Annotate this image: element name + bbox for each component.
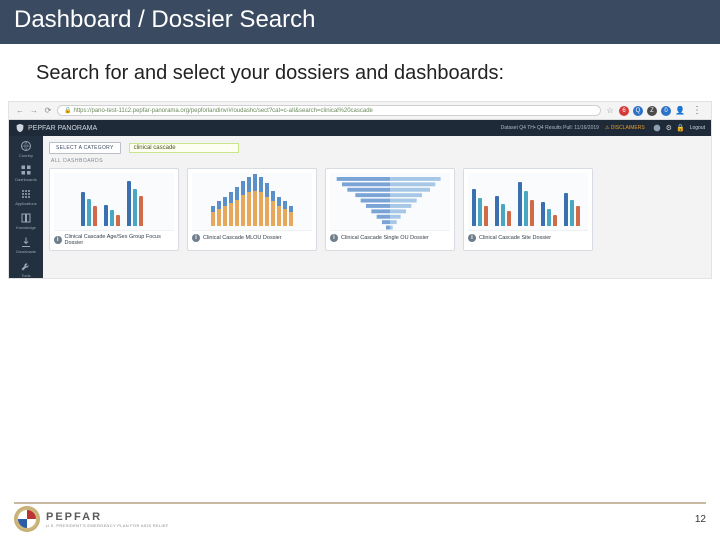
dashboard-card[interactable]: i Clinical Cascade Site Dossier [463, 168, 593, 251]
sidebar-item-dashboards[interactable]: Dashboards [15, 164, 37, 182]
main-panel: SELECT A CATEGORY clinical cascade ALL D… [43, 136, 711, 278]
info-icon[interactable]: i [192, 234, 200, 242]
card-title: Clinical Cascade Single OU Dossier [341, 235, 429, 241]
dashboard-card[interactable]: i Clinical Cascade MLOU Dossier [187, 168, 317, 251]
section-label: ALL DASHBOARDS [51, 158, 705, 164]
app-brand: PEPFAR PANORAMA [28, 125, 97, 132]
apps-icon [20, 188, 32, 200]
info-icon[interactable]: i [330, 234, 338, 242]
card-chart [468, 173, 588, 231]
profile-icon[interactable]: 👤 [675, 106, 685, 116]
back-icon[interactable]: ← [15, 106, 25, 116]
star-icon[interactable]: ☆ [605, 106, 615, 116]
sidebar-item-downloads[interactable]: Downloads [16, 236, 36, 254]
info-icon[interactable]: i [54, 236, 62, 244]
card-title: Clinical Cascade MLOU Dossier [203, 235, 282, 241]
card-chart [192, 173, 312, 231]
footer-brand: PEPFAR [46, 511, 169, 523]
wrench-icon [20, 260, 32, 272]
ext-badge-2[interactable]: Z [647, 106, 657, 116]
sidebar-item-tools[interactable]: Tools [20, 260, 32, 278]
sidebar-item-country[interactable]: Country [19, 140, 33, 158]
forward-icon[interactable]: → [29, 106, 39, 116]
disclaimer-link[interactable]: ⚠ DISCLAIMERS [605, 125, 645, 131]
slide-title: Dashboard / Dossier Search [0, 0, 720, 44]
url-text: https://pano-test-11c2.pepfar-panorama.o… [73, 108, 372, 114]
slide-footer: PEPFAR U.S. PRESIDENT'S EMERGENCY PLAN F… [0, 506, 720, 532]
sidebar-item-applications[interactable]: Applications [15, 188, 37, 206]
lock-header-icon[interactable]: 🔒 [677, 124, 685, 132]
reload-icon[interactable]: ⟳ [43, 106, 53, 116]
address-bar[interactable]: 🔒https://pano-test-11c2.pepfar-panorama.… [57, 105, 601, 116]
download-icon [20, 236, 32, 248]
sidebar: Country Dashboards Applications Knowledg… [9, 136, 43, 278]
shield-icon [15, 123, 25, 133]
info-icon[interactable] [653, 124, 661, 132]
dataset-meta: Dataset Q4 TH• Q4 Results Pull: 11/16/20… [501, 125, 599, 131]
dashboard-cards: i Clinical Cascade Age/Sex Group Focus D… [49, 168, 705, 251]
card-chart [54, 173, 174, 231]
dashboard-card[interactable]: i Clinical Cascade Single OU Dossier [325, 168, 455, 251]
card-title: Clinical Cascade Age/Sex Group Focus Dos… [65, 234, 174, 246]
settings-icon[interactable]: ⚙ [665, 124, 673, 132]
browser-toolbar: ← → ⟳ 🔒https://pano-test-11c2.pepfar-pan… [9, 102, 711, 120]
dashboard-card[interactable]: i Clinical Cascade Age/Sex Group Focus D… [49, 168, 179, 251]
grid-icon [20, 164, 32, 176]
kebab-icon[interactable]: ⋮ [689, 106, 705, 116]
globe-icon [20, 140, 32, 152]
logout-link[interactable]: Logout [690, 125, 705, 131]
pepfar-seal-icon [14, 506, 40, 532]
ext-badge-1[interactable]: Q [633, 106, 643, 116]
sidebar-item-knowledge[interactable]: Knowledge [16, 212, 36, 230]
info-icon[interactable]: i [468, 234, 476, 242]
embedded-screenshot: ← → ⟳ 🔒https://pano-test-11c2.pepfar-pan… [8, 101, 712, 279]
ext-badge-0[interactable]: 6 [619, 106, 629, 116]
search-input[interactable]: clinical cascade [129, 143, 239, 153]
footer-tagline: U.S. PRESIDENT'S EMERGENCY PLAN FOR AIDS… [46, 523, 169, 528]
card-chart [330, 173, 450, 231]
select-category-button[interactable]: SELECT A CATEGORY [49, 142, 121, 154]
book-icon [20, 212, 32, 224]
slide-subtitle: Search for and select your dossiers and … [0, 44, 720, 95]
ext-badge-3[interactable]: 0 [661, 106, 671, 116]
page-number: 12 [695, 514, 706, 525]
card-title: Clinical Cascade Site Dossier [479, 235, 551, 241]
lock-icon: 🔒 [64, 108, 71, 114]
app-header: PEPFAR PANORAMA Dataset Q4 TH• Q4 Result… [9, 120, 711, 136]
